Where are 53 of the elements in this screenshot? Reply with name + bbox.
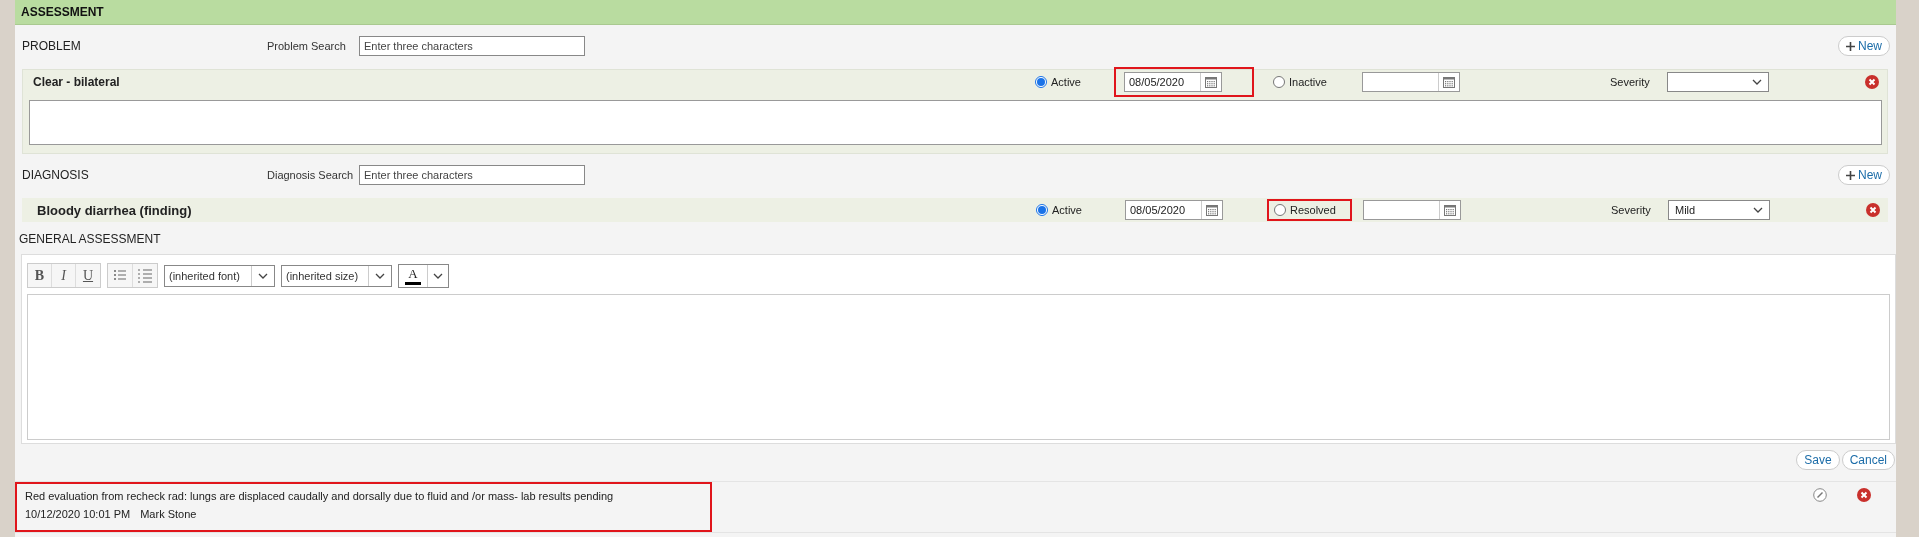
font-dropdown[interactable]: (inherited font) <box>164 264 275 287</box>
section-label: GENERAL ASSESSMENT <box>19 232 161 246</box>
caret-icon <box>1752 79 1762 85</box>
radio-option[interactable]: Inactive <box>1273 75 1327 89</box>
date-field[interactable]: 08/05/2020 <box>1124 72 1222 92</box>
plus-icon <box>1846 170 1855 180</box>
section-label: PROBLEM <box>22 39 81 53</box>
new-button[interactable]: New <box>1838 165 1890 185</box>
comment-field[interactable] <box>29 100 1882 145</box>
bullet-list-icon[interactable] <box>108 264 133 287</box>
note-text: Red evaluation from recheck rad: lungs are displaced caudally and dorsally due to fluid and /or mass- lab results pending <box>25 490 615 502</box>
severity-label: Severity <box>1610 76 1650 88</box>
search-label: Problem Search <box>267 40 346 52</box>
note-author: Mark Stone <box>140 508 197 520</box>
underline-button[interactable]: U <box>76 264 100 287</box>
section-header: ASSESSMENT <box>15 0 1896 25</box>
italic-button[interactable]: I <box>52 264 76 287</box>
bold-button[interactable]: B <box>28 264 52 287</box>
caret-icon <box>1753 207 1763 213</box>
rich-text-editor[interactable]: B I U (inherited font) (inherited size) A <box>21 254 1896 444</box>
caret-icon <box>258 272 268 279</box>
text-color-button[interactable]: A <box>398 263 449 288</box>
new-button[interactable]: New <box>1838 36 1890 56</box>
search-field[interactable]: Enter three characters <box>359 36 585 56</box>
plus-icon <box>1846 41 1855 51</box>
size-dropdown[interactable]: (inherited size) <box>281 264 392 287</box>
close-icon[interactable] <box>1865 75 1879 89</box>
item-title: Clear - bilateral <box>33 75 120 89</box>
radio-option[interactable]: Active <box>1036 203 1082 217</box>
caret-icon <box>433 272 443 279</box>
radio-option[interactable]: Active <box>1035 75 1081 89</box>
action-button[interactable]: Cancel <box>1841 450 1895 470</box>
search-label: Diagnosis Search <box>267 169 354 181</box>
caret-icon <box>375 272 385 279</box>
calendar-icon[interactable] <box>1205 76 1217 88</box>
action-button[interactable]: Save <box>1796 450 1840 470</box>
note-timestamp: 10/12/2020 10:01 PM <box>25 508 131 520</box>
calendar-icon[interactable] <box>1443 76 1455 88</box>
calendar-icon[interactable] <box>1206 204 1218 216</box>
calendar-icon[interactable] <box>1444 204 1456 216</box>
item-title: Bloody diarrhea (finding) <box>37 202 192 218</box>
edit-icon[interactable] <box>1813 488 1827 502</box>
severity-dropdown[interactable]: Mild <box>1668 200 1770 220</box>
search-field[interactable]: Enter three characters <box>359 165 585 185</box>
date-field[interactable] <box>1362 72 1460 92</box>
radio-option[interactable]: Resolved <box>1274 203 1336 217</box>
close-icon[interactable] <box>1857 488 1871 502</box>
severity-dropdown[interactable] <box>1667 72 1769 92</box>
date-field[interactable] <box>1363 200 1461 220</box>
close-icon[interactable] <box>1866 203 1880 217</box>
severity-label: Severity <box>1611 204 1651 216</box>
date-field[interactable]: 08/05/2020 <box>1125 200 1223 220</box>
section-label: DIAGNOSIS <box>22 168 89 182</box>
